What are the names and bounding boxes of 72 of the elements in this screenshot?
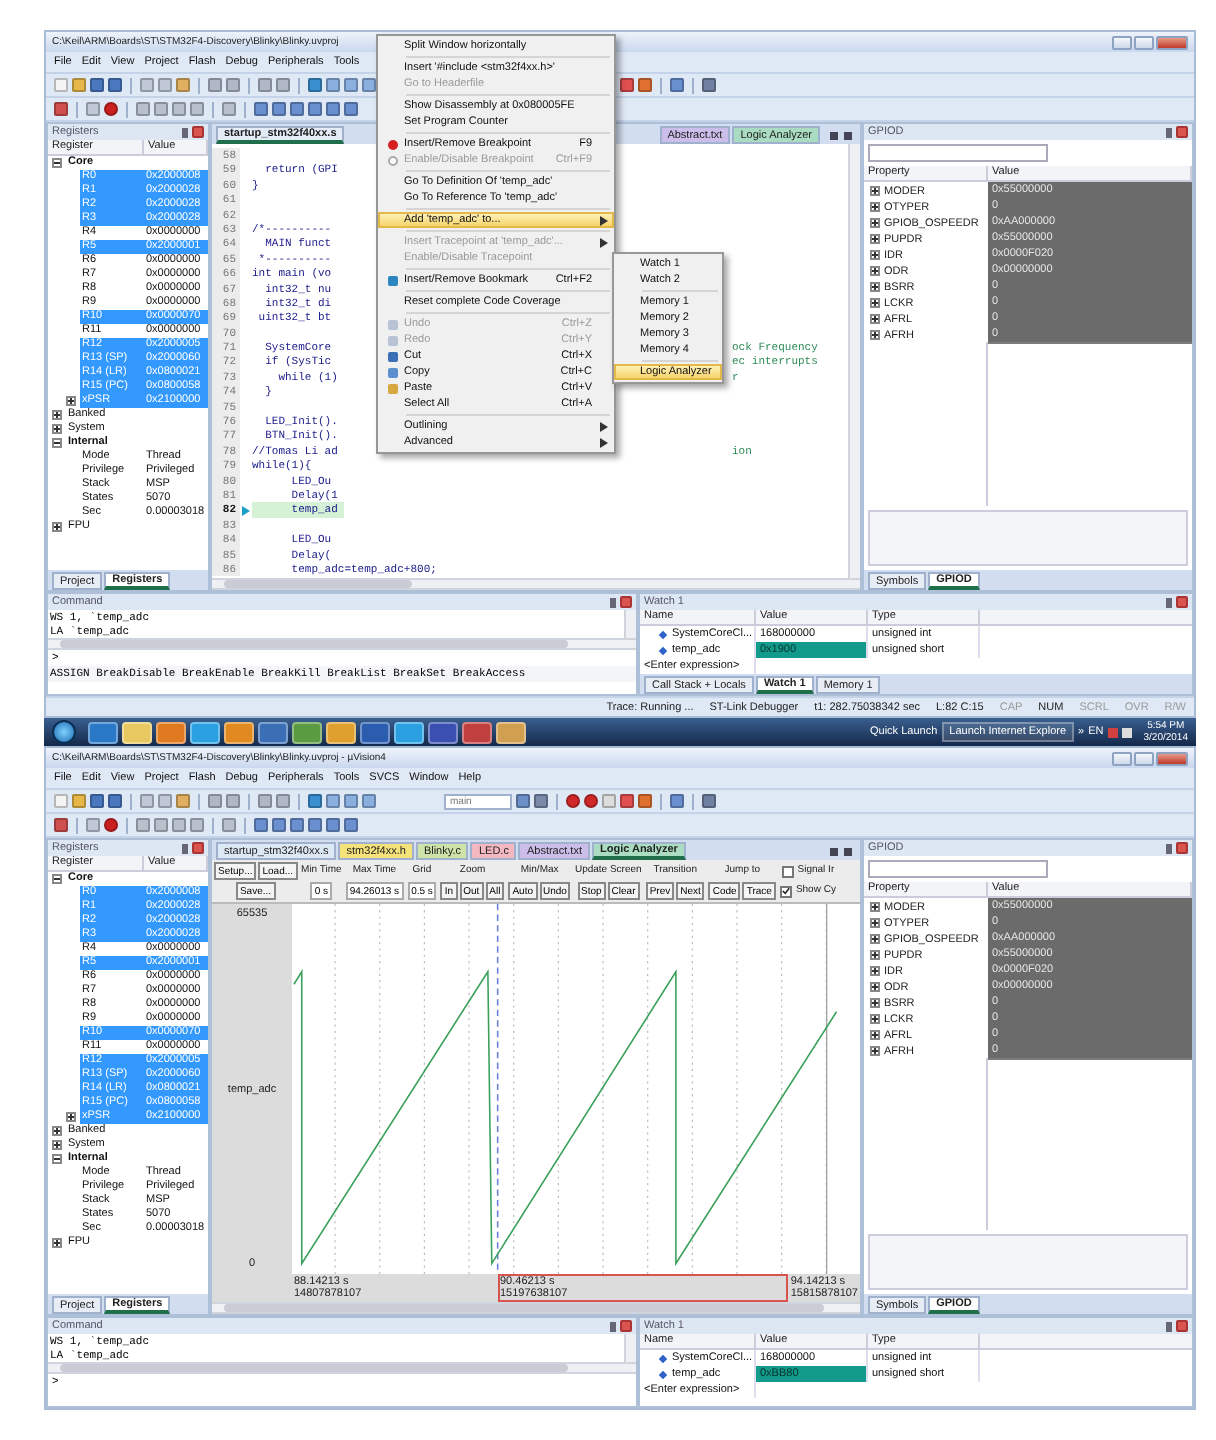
collapse-icon[interactable] bbox=[52, 874, 62, 884]
dropdown-icon[interactable] bbox=[830, 847, 838, 855]
close-icon[interactable] bbox=[1176, 126, 1188, 138]
close-icon[interactable] bbox=[620, 1320, 632, 1332]
taskbar-app-icon[interactable] bbox=[258, 721, 288, 743]
taskbar-app-icon[interactable] bbox=[122, 721, 152, 743]
collapse-icon[interactable] bbox=[52, 1154, 62, 1164]
maximize-button[interactable] bbox=[1134, 35, 1154, 49]
vertical-scrollbar[interactable] bbox=[848, 144, 860, 578]
taskbar-app-icon[interactable] bbox=[428, 721, 458, 743]
taskbar-app-icon[interactable] bbox=[326, 721, 356, 743]
expand-icon[interactable] bbox=[52, 1140, 62, 1150]
pin-icon[interactable] bbox=[610, 597, 616, 607]
pin-icon[interactable] bbox=[1166, 597, 1172, 607]
expand-icon[interactable] bbox=[52, 522, 62, 532]
start-button[interactable] bbox=[52, 720, 76, 744]
close-icon[interactable] bbox=[620, 596, 632, 608]
taskbar-app-icon[interactable] bbox=[190, 721, 220, 743]
pin-icon[interactable] bbox=[610, 1321, 616, 1331]
collapse-icon[interactable] bbox=[52, 438, 62, 448]
horizontal-scrollbar[interactable] bbox=[212, 1302, 860, 1314]
pin-icon[interactable] bbox=[1166, 127, 1172, 137]
checkbox[interactable] bbox=[779, 885, 792, 897]
minimize-button[interactable] bbox=[1112, 35, 1132, 49]
copy-icon bbox=[387, 367, 397, 377]
horizontal-scrollbar[interactable] bbox=[212, 578, 860, 590]
close-icon[interactable] bbox=[844, 131, 852, 139]
submenu-arrow-icon bbox=[600, 237, 608, 247]
horizontal-scrollbar[interactable] bbox=[48, 638, 636, 650]
expand-icon[interactable] bbox=[66, 396, 76, 406]
vertical-scrollbar[interactable] bbox=[624, 1334, 636, 1362]
taskbar-app-icon[interactable] bbox=[292, 721, 322, 743]
expand-icon[interactable] bbox=[52, 410, 62, 420]
scissors-icon bbox=[387, 351, 397, 361]
horizontal-scrollbar[interactable] bbox=[48, 1362, 636, 1374]
submenu-arrow-icon bbox=[600, 215, 608, 225]
taskbar-app-icon[interactable] bbox=[224, 721, 254, 743]
close-button[interactable] bbox=[1156, 35, 1188, 49]
expand-icon[interactable] bbox=[52, 424, 62, 434]
dropdown-icon[interactable] bbox=[830, 131, 838, 139]
close-icon[interactable] bbox=[1176, 1320, 1188, 1332]
maximize-button[interactable] bbox=[1134, 751, 1154, 765]
pin-icon[interactable] bbox=[1166, 843, 1172, 853]
taskbar-app-icon[interactable] bbox=[496, 721, 526, 743]
taskbar-app-icon[interactable] bbox=[156, 721, 186, 743]
minimize-button[interactable] bbox=[1112, 751, 1132, 765]
peripheral-combo[interactable] bbox=[868, 860, 1048, 878]
close-icon[interactable] bbox=[1176, 596, 1188, 608]
vertical-scrollbar[interactable] bbox=[624, 610, 636, 638]
undo-icon bbox=[387, 319, 397, 329]
bookmark-icon bbox=[387, 275, 397, 285]
close-icon[interactable] bbox=[192, 126, 204, 138]
pin-icon[interactable] bbox=[182, 127, 188, 137]
close-icon[interactable] bbox=[1176, 842, 1188, 854]
cursor-line[interactable] bbox=[496, 904, 499, 1274]
taskbar-app-icon[interactable] bbox=[394, 721, 424, 743]
collapse-icon[interactable] bbox=[52, 158, 62, 168]
expand-icon[interactable] bbox=[52, 1126, 62, 1136]
peripheral-combo[interactable] bbox=[868, 144, 1048, 162]
close-icon[interactable] bbox=[844, 847, 852, 855]
taskbar-app-icon[interactable] bbox=[88, 721, 118, 743]
close-icon[interactable] bbox=[192, 842, 204, 854]
redo-icon bbox=[387, 335, 397, 345]
expand-icon[interactable] bbox=[66, 1112, 76, 1122]
taskbar-app-icon[interactable] bbox=[360, 721, 390, 743]
paste-icon bbox=[387, 383, 397, 393]
taskbar-app-icon[interactable] bbox=[462, 721, 492, 743]
pin-icon[interactable] bbox=[182, 843, 188, 853]
pin-icon[interactable] bbox=[1166, 1321, 1172, 1331]
checkbox[interactable] bbox=[781, 865, 794, 877]
close-button[interactable] bbox=[1156, 751, 1188, 765]
expand-icon[interactable] bbox=[52, 1238, 62, 1248]
